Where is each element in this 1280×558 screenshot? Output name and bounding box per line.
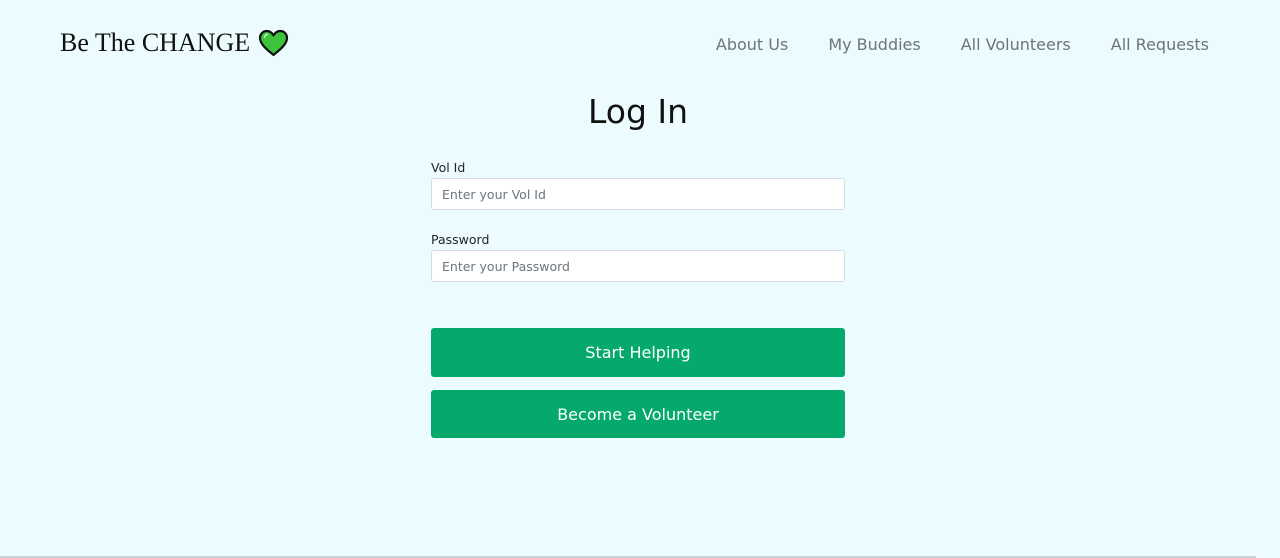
brand-logo[interactable]: Be The CHANGE — [60, 27, 289, 59]
vol-id-input[interactable] — [431, 178, 845, 210]
nav-link-all-requests[interactable]: All Requests — [1111, 35, 1209, 54]
vol-id-label: Vol Id — [431, 160, 466, 175]
nav-link-about-us[interactable]: About Us — [716, 35, 788, 54]
nav-link-all-volunteers[interactable]: All Volunteers — [961, 35, 1071, 54]
nav-links: About Us My Buddies All Volunteers All R… — [716, 31, 1209, 57]
page-title: Log In — [587, 92, 689, 131]
start-helping-button[interactable]: Start Helping — [431, 328, 845, 377]
navbar: Be The CHANGE About Us My Buddies All Vo… — [0, 0, 1280, 86]
brand-name: Be The CHANGE — [60, 28, 251, 57]
nav-link-my-buddies[interactable]: My Buddies — [828, 35, 920, 54]
password-label: Password — [431, 232, 490, 247]
become-volunteer-button[interactable]: Become a Volunteer — [431, 390, 845, 438]
password-input[interactable] — [431, 250, 845, 282]
green-heart-icon — [258, 29, 289, 57]
